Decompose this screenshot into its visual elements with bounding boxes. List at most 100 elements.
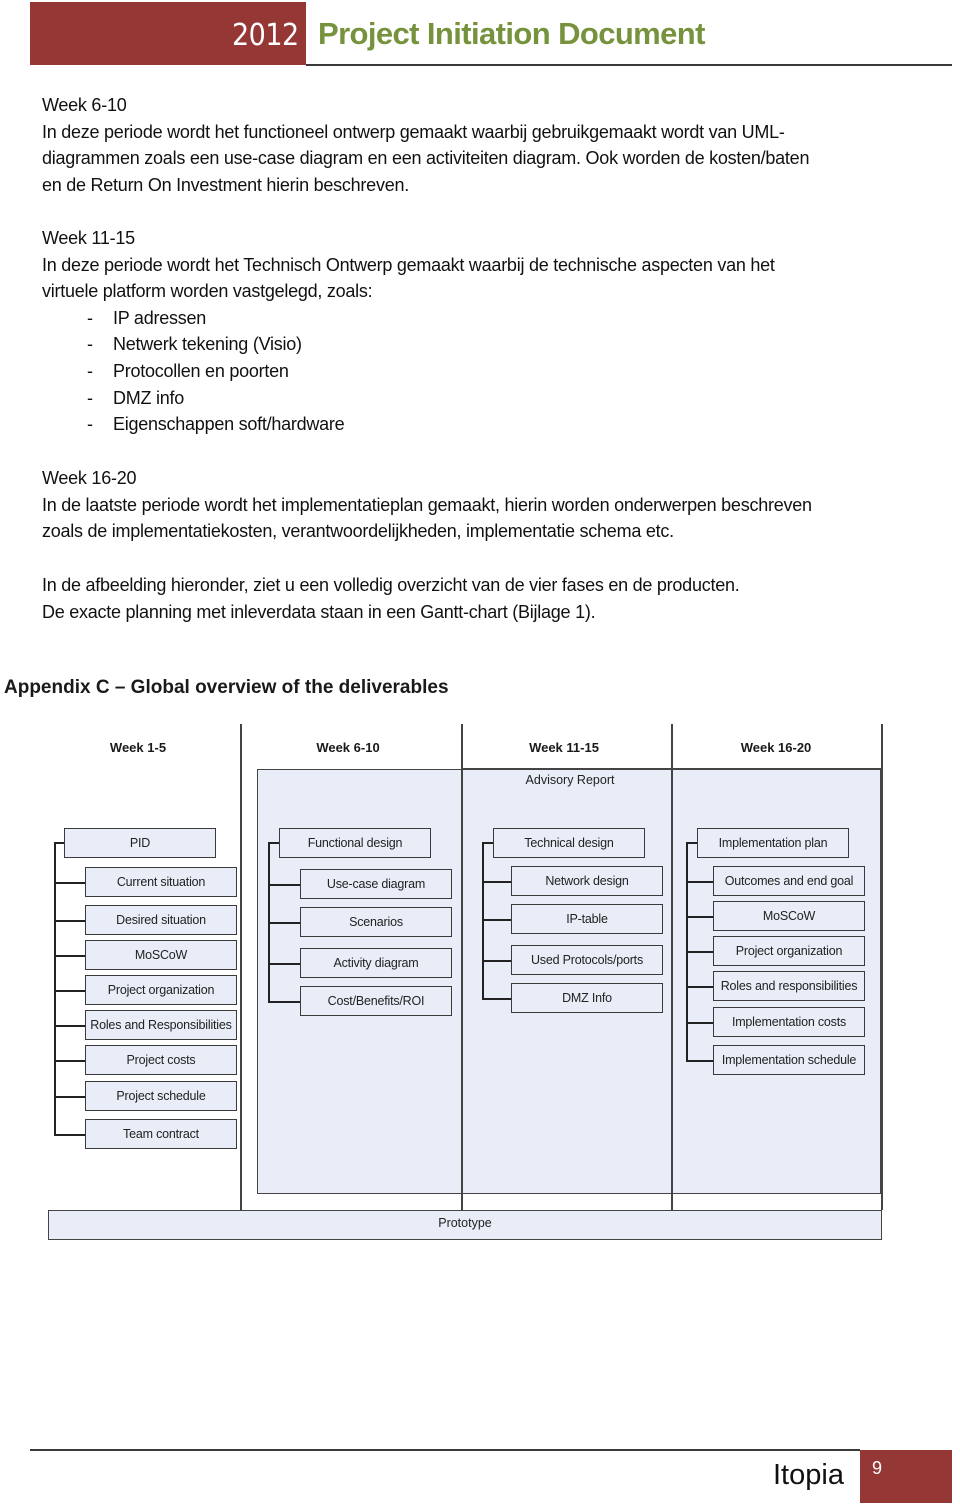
deliverable-box: IP-table bbox=[511, 904, 663, 934]
tree-connector bbox=[482, 842, 493, 844]
tree-connector bbox=[268, 884, 300, 886]
tree-connector bbox=[54, 1060, 85, 1062]
page-number: 9 bbox=[872, 1458, 883, 1478]
tree-connector bbox=[54, 955, 85, 957]
header-rule bbox=[306, 64, 952, 66]
tree-connector bbox=[482, 960, 511, 962]
list-item-text: IP adressen bbox=[113, 307, 206, 328]
tree-connector bbox=[54, 842, 64, 844]
paragraph-line: en de Return On Investment hierin beschr… bbox=[42, 174, 409, 195]
deliverable-box: Roles and Responsibilities bbox=[85, 1010, 237, 1040]
deliverable-box: Team contract bbox=[85, 1119, 237, 1149]
tree-connector bbox=[686, 951, 713, 953]
tree-connector bbox=[482, 881, 511, 883]
tree-connector bbox=[686, 1060, 713, 1062]
bullet-marker: - bbox=[87, 414, 93, 435]
deliverable-box: Outcomes and end goal bbox=[713, 866, 865, 896]
deliverable-box: Project organization bbox=[85, 975, 237, 1005]
deliverable-box: Activity diagram bbox=[300, 948, 452, 978]
section-heading: Week 6-10 bbox=[42, 95, 127, 115]
paragraph-line: virtuele platform worden vastgelegd, zoa… bbox=[42, 281, 373, 302]
deliverable-box: Desired situation bbox=[85, 905, 237, 935]
advisory-report-label: Advisory Report bbox=[525, 773, 615, 787]
deliverable-box: Use-case diagram bbox=[300, 869, 452, 899]
bullet-marker: - bbox=[87, 334, 93, 355]
header-year: 2012 bbox=[232, 18, 299, 53]
list-item-text: Netwerk tekening (Visio) bbox=[113, 334, 302, 355]
deliverable-box: Project organization bbox=[713, 936, 865, 966]
tree-connector bbox=[54, 1096, 85, 1098]
column-divider bbox=[671, 724, 673, 1210]
section-week-6-10: Week 6-10 In deze periode wordt het func… bbox=[42, 92, 809, 198]
deliverable-root-box: Functional design bbox=[279, 828, 431, 858]
paragraph-line: In deze periode wordt het Technisch Ontw… bbox=[42, 254, 775, 275]
tree-connector bbox=[268, 1001, 300, 1003]
deliverable-box: Scenarios bbox=[300, 907, 452, 937]
tree-connector bbox=[54, 1025, 85, 1027]
tree-connector bbox=[54, 920, 85, 922]
footer-brand: Itopia bbox=[773, 1459, 844, 1491]
paragraph-line: In de afbeelding hieronder, ziet u een v… bbox=[42, 575, 740, 595]
list-item: - Eigenschappen soft/hardware bbox=[42, 411, 775, 438]
footer-rule bbox=[30, 1449, 860, 1451]
tree-connector bbox=[686, 842, 697, 844]
tree-connector bbox=[54, 990, 85, 992]
tree-connector bbox=[686, 916, 713, 918]
document-title: Project Initiation Document bbox=[318, 16, 705, 51]
tree-connector bbox=[482, 919, 511, 921]
deliverable-root-box: PID bbox=[64, 828, 216, 858]
deliverable-root-box: Technical design bbox=[493, 828, 645, 858]
tree-connector bbox=[268, 922, 300, 924]
list-item: - IP adressen bbox=[42, 305, 775, 332]
tree-connector bbox=[686, 881, 713, 883]
deliverable-box: Roles and responsibilities bbox=[713, 971, 865, 1001]
deliverable-box: MoSCoW bbox=[85, 940, 237, 970]
paragraph-line: In de laatste periode wordt het implemen… bbox=[42, 494, 812, 515]
tree-connector bbox=[686, 1022, 713, 1024]
tree-connector bbox=[54, 842, 56, 1134]
section-week-16-20: Week 16-20 In de laatste periode wordt h… bbox=[42, 465, 812, 545]
list-item: - DMZ info bbox=[42, 385, 775, 412]
tree-connector bbox=[268, 963, 300, 965]
week-column-header: Week 11-15 bbox=[529, 740, 599, 755]
deliverable-box: DMZ Info bbox=[511, 983, 663, 1013]
list-item-text: Eigenschappen soft/hardware bbox=[113, 414, 345, 435]
deliverable-root-box: Implementation plan bbox=[697, 828, 849, 858]
list-item-text: Protocollen en poorten bbox=[113, 360, 289, 381]
deliverable-box: Project costs bbox=[85, 1045, 237, 1075]
paragraph-line: In deze periode wordt het functioneel on… bbox=[42, 121, 785, 142]
deliverable-box: Cost/Benefits/ROI bbox=[300, 986, 452, 1016]
closing-paragraph: In de afbeelding hieronder, ziet u een v… bbox=[42, 572, 740, 625]
deliverable-box: Implementation schedule bbox=[713, 1045, 865, 1075]
week-column-header: Week 1-5 bbox=[109, 740, 167, 755]
bullet-list: - IP adressen - Netwerk tekening (Visio) -… bbox=[42, 305, 775, 438]
section-week-11-15: Week 11-15 In deze periode wordt het Tec… bbox=[42, 225, 775, 438]
tree-connector bbox=[54, 1134, 85, 1136]
prototype-label: Prototype bbox=[438, 1216, 492, 1230]
deliverable-box: MoSCoW bbox=[713, 901, 865, 931]
list-item: - Netwerk tekening (Visio) bbox=[42, 331, 775, 358]
paragraph-line: De exacte planning met inleverdata staan… bbox=[42, 601, 596, 622]
column-divider bbox=[461, 724, 463, 1210]
bullet-marker: - bbox=[87, 387, 93, 408]
section-heading: Week 11-15 bbox=[42, 228, 135, 248]
list-item: - Protocollen en poorten bbox=[42, 358, 775, 385]
paragraph-line: diagrammen zoals een use-case diagram en… bbox=[42, 148, 810, 169]
list-item-text: DMZ info bbox=[113, 387, 185, 408]
column-divider bbox=[240, 724, 242, 1210]
deliverable-box: Implementation costs bbox=[713, 1007, 865, 1037]
tree-connector bbox=[686, 986, 713, 988]
deliverable-box: Project schedule bbox=[85, 1081, 237, 1111]
deliverable-box: Current situation bbox=[85, 867, 237, 897]
week-column-header: Week 6-10 bbox=[316, 740, 380, 755]
bullet-marker: - bbox=[87, 360, 93, 381]
deliverable-box: Network design bbox=[511, 866, 663, 896]
bullet-marker: - bbox=[87, 307, 93, 328]
tree-connector bbox=[268, 842, 279, 844]
tree-connector bbox=[54, 882, 85, 884]
column-divider bbox=[881, 724, 883, 1210]
diagram-title: Appendix C – Global overview of the deli… bbox=[4, 677, 449, 698]
tree-connector bbox=[482, 998, 511, 1000]
deliverable-box: Used Protocols/ports bbox=[511, 945, 663, 975]
paragraph-line: zoals de implementatiekosten, verantwoor… bbox=[42, 521, 674, 542]
